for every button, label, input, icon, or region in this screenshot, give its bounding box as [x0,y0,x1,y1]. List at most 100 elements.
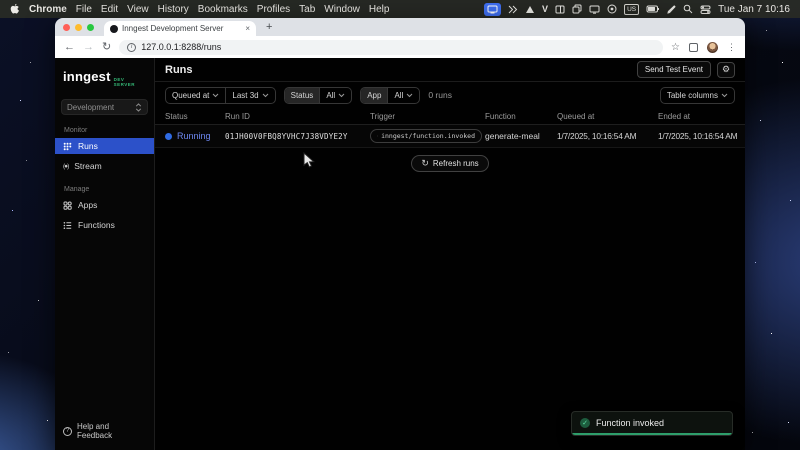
column-ended-at: Ended at [658,112,741,121]
column-run-id: Run ID [225,112,370,121]
logo-row: inngest DEV SERVER [55,58,154,87]
site-info-icon[interactable]: i [127,43,136,52]
desktop: Chrome File Edit View History Bookmarks … [0,0,800,450]
menu-tab[interactable]: Tab [299,4,315,15]
sidebar-item-label: Runs [78,141,98,151]
profile-avatar[interactable] [707,42,718,53]
screen-share-icon[interactable] [484,3,501,16]
settings-button[interactable]: ⚙ [717,62,735,78]
menu-bookmarks[interactable]: Bookmarks [198,4,248,15]
app-filter-value: All [394,91,403,100]
filter-bar: Queued at Last 3d Status All [155,82,745,108]
browser-toolbar: ← → ↻ i 127.0.0.1:8288/runs ☆ ⋮ [55,36,745,58]
runs-icon [63,142,72,151]
help-icon: ? [63,427,72,436]
column-trigger: Trigger [370,112,485,121]
mouse-cursor [303,152,315,174]
back-icon[interactable]: ← [64,42,75,53]
menu-view[interactable]: View [127,4,149,15]
success-check-icon: ✓ [580,418,590,428]
chevron-down-icon [262,93,269,98]
time-range-dropdown[interactable]: Last 3d [225,88,274,103]
function-name[interactable]: generate-meal [485,131,557,141]
page-title: Runs [165,64,193,76]
keyboard-layout-badge[interactable]: US [624,4,639,15]
sidebar-item-stream[interactable]: (●) Stream [55,158,154,174]
trigger-cell: inngest/function.invoked [370,129,485,143]
trigger-badge[interactable]: inngest/function.invoked [370,129,482,143]
queued-at-dropdown[interactable]: Queued at [166,88,225,103]
help-label: Help and Feedback [77,422,146,440]
split-view-icon[interactable] [555,3,565,16]
minimize-window-button[interactable] [75,24,82,31]
ended-at-value: 1/7/2025, 10:16:54 AM [658,131,741,141]
record-circle-icon[interactable] [607,3,617,16]
status-filter-label: Status [285,88,320,103]
apple-menu-icon[interactable] [10,3,20,16]
time-range-value: Last 3d [232,91,258,100]
run-status-cell: Running [165,131,225,141]
close-tab-icon[interactable]: × [245,24,250,33]
new-tab-button[interactable]: + [266,21,272,33]
column-queued-at: Queued at [557,112,658,121]
sidebar-item-apps[interactable]: Apps [55,197,154,213]
refresh-wrap: ↻ Refresh runs [155,155,745,172]
browser-tab[interactable]: Inngest Development Server × [104,21,256,36]
menu-clock[interactable]: Tue Jan 7 10:16 [718,4,790,15]
runs-count: 0 runs [428,90,452,100]
browser-menu-icon[interactable]: ⋮ [727,42,736,53]
sidebar-item-label: Functions [78,220,115,230]
v-app-icon[interactable]: V [542,3,548,16]
environment-name: Development [67,103,114,112]
apps-icon [63,201,72,210]
menu-file[interactable]: File [76,4,92,15]
status-filter-dropdown[interactable]: All [319,88,351,103]
menu-edit[interactable]: Edit [101,4,118,15]
time-filter-group: Queued at Last 3d [165,87,276,104]
control-center-icon[interactable] [700,3,711,16]
table-columns-button[interactable]: Table columns [660,87,735,104]
copy-icon[interactable] [572,3,582,16]
menu-bar-status-icons: V US [484,3,790,16]
pencil-icon[interactable] [667,3,676,16]
send-test-event-button[interactable]: Send Test Event [637,61,711,78]
app-filter-label: App [361,88,387,103]
menu-profiles[interactable]: Profiles [257,4,290,15]
close-window-button[interactable] [63,24,70,31]
environment-selector[interactable]: Development [61,99,148,115]
page-header: Runs Send Test Event ⚙ [155,58,745,82]
search-icon[interactable] [683,3,693,16]
toast-notification[interactable]: ✓ Function invoked [571,411,733,436]
extensions-icon[interactable] [689,43,698,52]
toolbar-right: ☆ ⋮ [671,42,736,53]
address-bar[interactable]: i 127.0.0.1:8288/runs [119,40,663,55]
reload-icon[interactable]: ↻ [102,42,111,53]
table-columns-label: Table columns [667,91,718,100]
maximize-window-button[interactable] [87,24,94,31]
toast-progress-bar [572,433,732,435]
menu-app-name[interactable]: Chrome [29,4,67,15]
stream-icon: (●) [63,163,68,170]
run-id[interactable]: 01JH00V0FBQ8YVHC7J38VDYE2Y [225,132,370,141]
display-icon[interactable] [589,3,600,16]
menu-window[interactable]: Window [324,4,360,15]
help-and-feedback[interactable]: ? Help and Feedback [55,422,154,450]
tab-title: Inngest Development Server [122,24,241,33]
table-row[interactable]: Running 01JH00V0FBQ8YVHC7J38VDYE2Y innge… [155,125,745,148]
sidebar-item-functions[interactable]: Functions [55,217,154,233]
app-filter-dropdown[interactable]: All [387,88,419,103]
battery-icon[interactable] [646,3,660,16]
bookmark-star-icon[interactable]: ☆ [671,42,680,53]
menu-history[interactable]: History [158,4,189,15]
menu-help[interactable]: Help [369,4,390,15]
sidebar-item-runs[interactable]: Runs [55,138,154,154]
refresh-runs-button[interactable]: ↻ Refresh runs [411,155,488,172]
triangle-app-icon[interactable] [525,3,535,16]
double-arrow-icon[interactable] [508,3,518,16]
forward-icon[interactable]: → [83,42,94,53]
event-arrow-icon [377,133,378,139]
run-status: Running [177,131,211,141]
tab-strip: Inngest Development Server × + [55,18,745,36]
table-header: Status Run ID Trigger Function Queued at… [155,108,745,125]
inngest-favicon [110,25,118,33]
